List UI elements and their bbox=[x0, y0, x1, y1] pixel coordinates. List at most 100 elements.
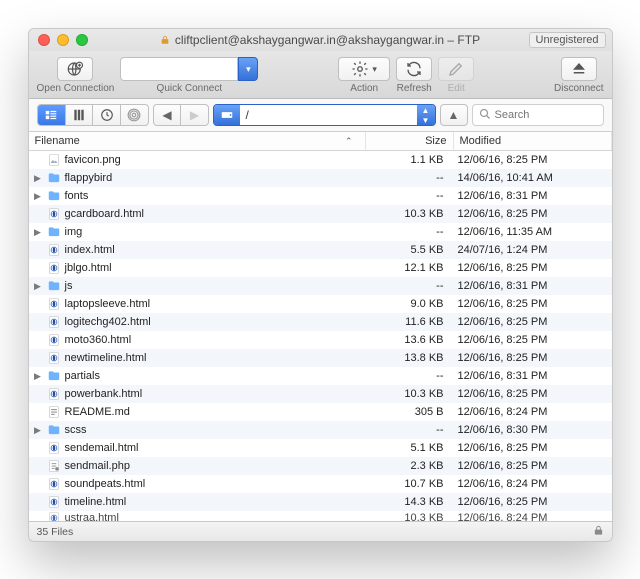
search-input[interactable] bbox=[495, 109, 597, 121]
action-button[interactable]: ▾ bbox=[338, 57, 390, 81]
file-name: README.md bbox=[65, 406, 130, 418]
zoom-window-button[interactable] bbox=[76, 34, 88, 46]
file-name: laptopsleeve.html bbox=[65, 298, 151, 310]
forward-button[interactable]: ▶ bbox=[180, 105, 207, 125]
file-size: 5.5 KB bbox=[366, 244, 454, 256]
disclosure-triangle-icon[interactable]: ▶ bbox=[33, 227, 43, 238]
close-window-button[interactable] bbox=[38, 34, 50, 46]
file-modified: 12/06/16, 8:25 PM bbox=[454, 262, 612, 274]
disclosure-triangle-icon[interactable]: ▶ bbox=[33, 281, 43, 292]
file-size: 12.1 KB bbox=[366, 262, 454, 274]
html-file-icon bbox=[47, 297, 61, 311]
view-bonjour-button[interactable] bbox=[120, 105, 148, 125]
gear-icon bbox=[351, 60, 369, 78]
file-row[interactable]: sendmail.php2.3 KB12/06/16, 8:25 PM bbox=[29, 457, 612, 475]
file-row[interactable]: ▶js--12/06/16, 8:31 PM bbox=[29, 277, 612, 295]
edit-button[interactable] bbox=[438, 57, 474, 81]
window-title: cliftpclient@akshaygangwar.in@akshaygang… bbox=[29, 33, 612, 47]
file-row[interactable]: index.html5.5 KB24/07/16, 1:24 PM bbox=[29, 241, 612, 259]
chevron-down-icon: ▾ bbox=[372, 64, 377, 75]
quick-connect-dropdown[interactable]: ▾ bbox=[238, 57, 258, 81]
search-field-wrap[interactable] bbox=[472, 104, 604, 126]
column-header-row: Filename ⌃ Size Modified bbox=[29, 132, 612, 151]
view-bookmark-button[interactable] bbox=[38, 105, 65, 125]
file-name: soundpeats.html bbox=[65, 478, 146, 490]
file-row[interactable]: ▶ partials --12/06/16, 8:31 PM bbox=[29, 367, 612, 385]
file-modified: 14/06/16, 10:41 AM bbox=[454, 172, 612, 184]
pencil-icon bbox=[447, 60, 465, 78]
path-dropdown[interactable]: ▲▼ bbox=[417, 105, 435, 125]
globe-plus-icon bbox=[66, 60, 84, 78]
minimize-window-button[interactable] bbox=[57, 34, 69, 46]
file-row[interactable]: timeline.html14.3 KB12/06/16, 8:25 PM bbox=[29, 493, 612, 511]
file-row[interactable]: ▶scss--12/06/16, 8:30 PM bbox=[29, 421, 612, 439]
file-size: -- bbox=[366, 190, 454, 202]
file-row[interactable]: logitechg402.html11.6 KB12/06/16, 8:25 P… bbox=[29, 313, 612, 331]
bookmark-icon bbox=[44, 108, 58, 122]
disclosure-triangle-icon[interactable]: ▶ bbox=[33, 191, 43, 202]
file-name: index.html bbox=[65, 244, 115, 256]
path-combo[interactable]: / ▲▼ bbox=[213, 104, 436, 126]
unregistered-badge[interactable]: Unregistered bbox=[529, 32, 606, 48]
disclosure-triangle-icon[interactable]: ▶ bbox=[33, 371, 43, 382]
file-size: 10.3 KB bbox=[366, 208, 454, 220]
folder-file-icon bbox=[47, 423, 61, 437]
quick-connect-field[interactable] bbox=[120, 57, 238, 81]
triangle-up-icon: ▲ bbox=[448, 108, 460, 122]
file-row[interactable]: soundpeats.html10.7 KB12/06/16, 8:24 PM bbox=[29, 475, 612, 493]
view-history-button[interactable] bbox=[92, 105, 120, 125]
file-row[interactable]: sendemail.html5.1 KB12/06/16, 8:25 PM bbox=[29, 439, 612, 457]
lock-icon bbox=[593, 525, 604, 539]
file-row[interactable]: favicon.png1.1 KB12/06/16, 8:25 PM bbox=[29, 151, 612, 169]
go-up-button[interactable]: ▲ bbox=[440, 104, 468, 126]
path-field[interactable]: / bbox=[240, 105, 417, 125]
file-size: -- bbox=[366, 370, 454, 382]
file-row[interactable]: ▶flappybird--14/06/16, 10:41 AM bbox=[29, 169, 612, 187]
edit-group: Edit bbox=[438, 57, 474, 94]
file-name: favicon.png bbox=[65, 154, 121, 166]
file-row[interactable]: moto360.html13.6 KB12/06/16, 8:25 PM bbox=[29, 331, 612, 349]
window-title-text: cliftpclient@akshaygangwar.in@akshaygang… bbox=[175, 33, 480, 47]
file-modified: 12/06/16, 8:24 PM bbox=[454, 406, 612, 418]
html-file-icon bbox=[47, 315, 61, 329]
file-row[interactable]: ▶img--12/06/16, 11:35 AM bbox=[29, 223, 612, 241]
refresh-button[interactable] bbox=[396, 57, 432, 81]
file-modified: 12/06/16, 8:24 PM bbox=[454, 512, 612, 522]
file-row[interactable]: newtimeline.html13.8 KB12/06/16, 8:25 PM bbox=[29, 349, 612, 367]
file-name: fonts bbox=[65, 190, 89, 202]
edit-label: Edit bbox=[448, 83, 465, 94]
file-list[interactable]: favicon.png1.1 KB12/06/16, 8:25 PM▶flapp… bbox=[29, 151, 612, 521]
disconnect-button[interactable] bbox=[561, 57, 597, 81]
file-modified: 12/06/16, 8:31 PM bbox=[454, 370, 612, 382]
disclosure-triangle-icon[interactable]: ▶ bbox=[33, 173, 43, 184]
file-size: 13.6 KB bbox=[366, 334, 454, 346]
file-row[interactable]: ustraa.html10.3 KB12/06/16, 8:24 PM bbox=[29, 511, 612, 521]
file-row[interactable]: powerbank.html10.3 KB12/06/16, 8:25 PM bbox=[29, 385, 612, 403]
file-row[interactable]: laptopsleeve.html9.0 KB12/06/16, 8:25 PM bbox=[29, 295, 612, 313]
file-name: jblgo.html bbox=[65, 262, 112, 274]
open-connection-button[interactable] bbox=[57, 57, 93, 81]
file-size: 10.3 KB bbox=[366, 512, 454, 522]
file-row[interactable]: gcardboard.html10.3 KB12/06/16, 8:25 PM bbox=[29, 205, 612, 223]
column-header-size[interactable]: Size bbox=[366, 132, 454, 150]
view-outline-button[interactable] bbox=[65, 105, 93, 125]
file-name: partials bbox=[65, 370, 100, 382]
sort-ascending-icon: ⌃ bbox=[345, 136, 353, 147]
file-row[interactable]: ▶ fonts --12/06/16, 8:31 PM bbox=[29, 187, 612, 205]
file-row[interactable]: README.md305 B12/06/16, 8:24 PM bbox=[29, 403, 612, 421]
file-name: powerbank.html bbox=[65, 388, 143, 400]
back-button[interactable]: ◀ bbox=[154, 105, 181, 125]
drive-icon bbox=[220, 108, 234, 122]
column-header-filename[interactable]: Filename ⌃ bbox=[29, 132, 366, 150]
file-row[interactable]: jblgo.html 12.1 KB12/06/16, 8:25 PM bbox=[29, 259, 612, 277]
file-size: 14.3 KB bbox=[366, 496, 454, 508]
column-header-modified[interactable]: Modified bbox=[454, 132, 612, 150]
file-modified: 12/06/16, 8:31 PM bbox=[454, 190, 612, 202]
png-file-icon bbox=[47, 153, 61, 167]
open-connection-group: Open Connection bbox=[37, 57, 115, 94]
file-modified: 12/06/16, 8:30 PM bbox=[454, 424, 612, 436]
refresh-group: Refresh bbox=[396, 57, 432, 94]
disconnect-group: Disconnect bbox=[554, 57, 603, 94]
titlebar: cliftpclient@akshaygangwar.in@akshaygang… bbox=[29, 29, 612, 51]
disclosure-triangle-icon[interactable]: ▶ bbox=[33, 425, 43, 436]
